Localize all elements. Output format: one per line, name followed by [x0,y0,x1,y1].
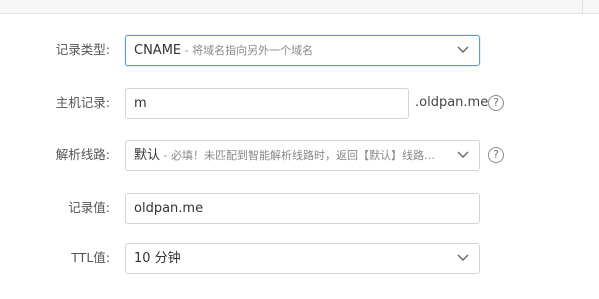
ttl-label: TTL值: [71,250,110,265]
record-type-select[interactable]: CNAME - 将域名指向另外一个域名 [125,35,480,66]
resolve-line-select[interactable]: 默认 - 必填！未匹配到智能解析线路时，返回【默认】线路… [125,140,480,171]
record-value-row: 记录值: oldpan.me [0,193,599,225]
resolve-line-value: 默认 [134,148,161,163]
top-divider-notch [582,0,583,14]
ttl-select[interactable]: 10 分钟 [125,243,480,274]
ttl-value: 10 分钟 [134,251,181,266]
record-value-input[interactable]: oldpan.me [125,193,480,224]
help-icon[interactable]: ? [488,147,504,163]
record-type-label: 记录类型: [55,42,110,57]
domain-suffix: .oldpan.me [415,95,489,110]
host-record-label: 主机记录: [55,95,110,110]
resolve-line-hint: - 必填！未匹配到智能解析线路时，返回【默认】线路… [160,149,435,162]
record-type-row: 记录类型: CNAME - 将域名指向另外一个域名 [0,35,599,67]
host-record-row: 主机记录: m .oldpan.me ? [0,88,599,120]
resolve-line-row: 解析线路: 默认 - 必填！未匹配到智能解析线路时，返回【默认】线路… ? [0,140,599,172]
resolve-line-text: 默认 - 必填！未匹配到智能解析线路时，返回【默认】线路… [134,141,452,170]
top-divider [0,0,599,14]
record-value-label: 记录值: [68,200,110,215]
ttl-row: TTL值: 10 分钟 [0,243,599,275]
chevron-down-icon[interactable] [457,151,469,159]
host-record-input[interactable]: m [125,88,409,119]
chevron-down-icon[interactable] [457,46,469,54]
resolve-line-label: 解析线路: [55,147,110,162]
help-icon[interactable]: ? [488,95,504,111]
record-type-value: CNAME [134,43,182,58]
record-type-hint: - 将域名指向另外一个域名 [181,44,314,57]
chevron-down-icon[interactable] [457,254,469,262]
